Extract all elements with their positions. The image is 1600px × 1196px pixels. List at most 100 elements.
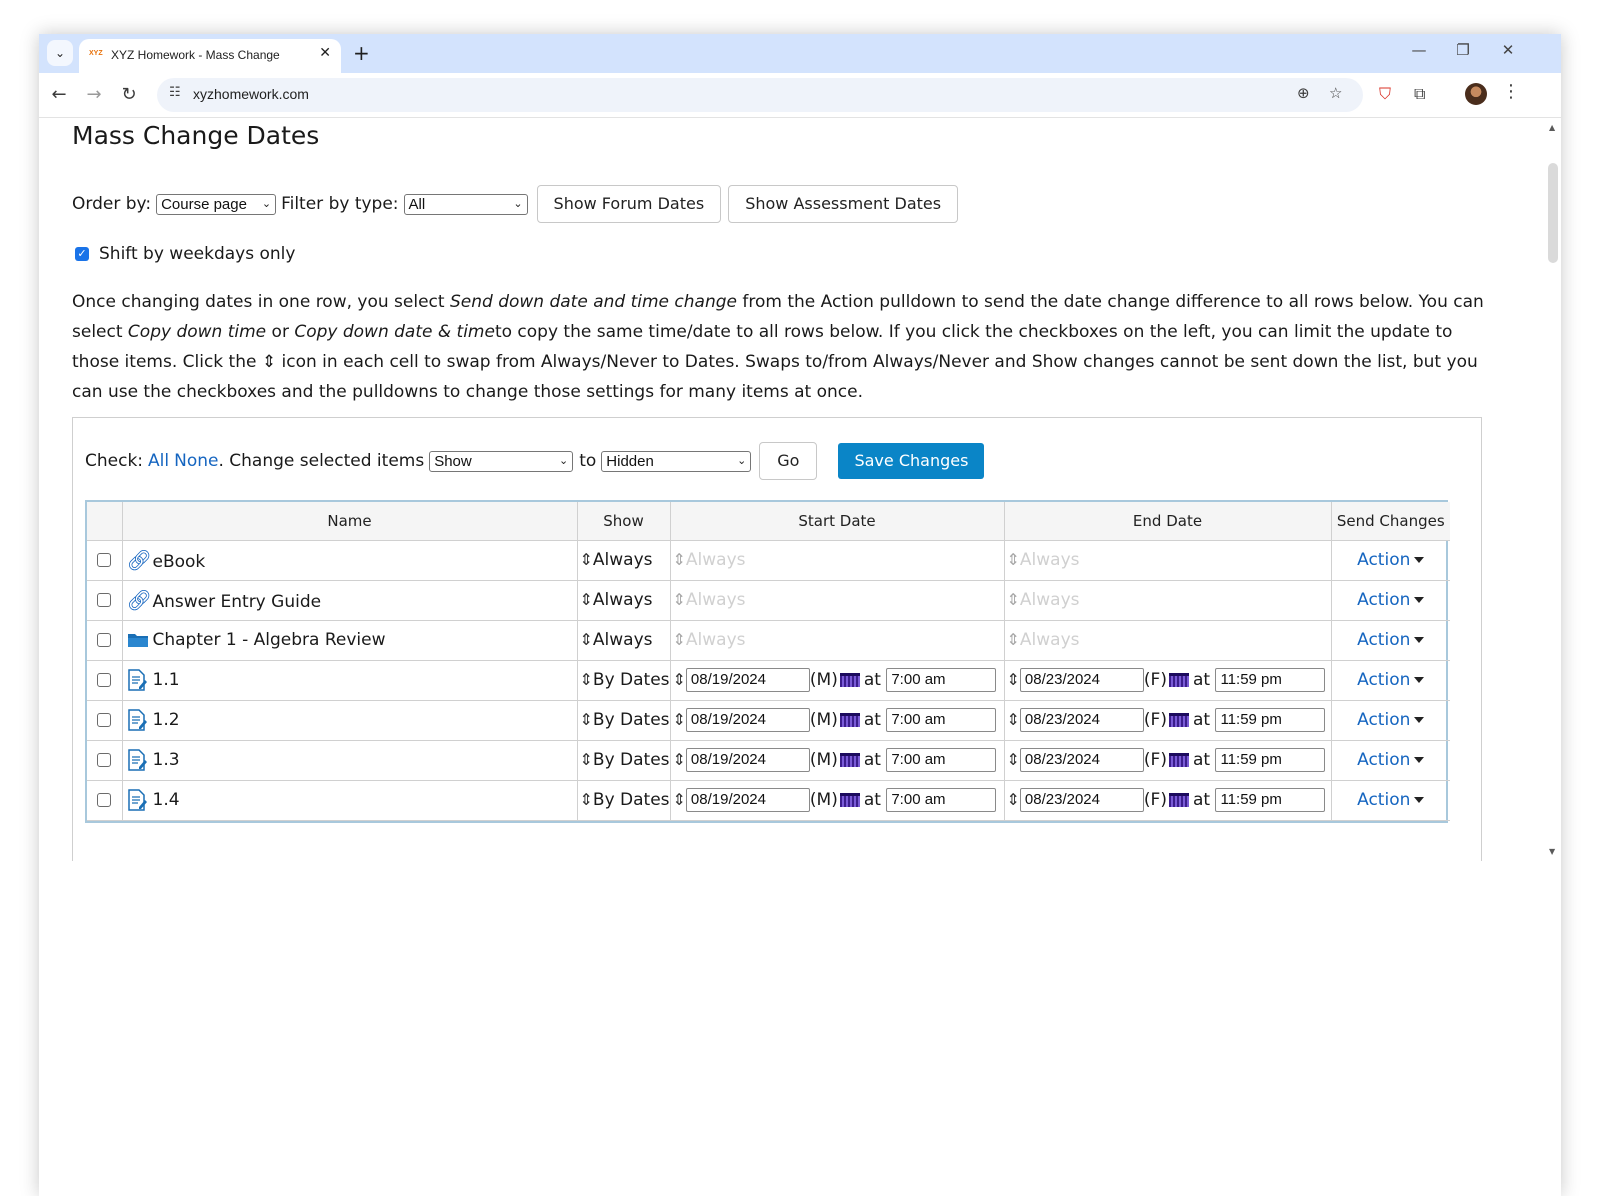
swap-icon[interactable]: ⇕ [673,630,686,649]
swap-icon[interactable]: ⇕ [1007,670,1020,689]
column-header-end-date[interactable]: End Date [1004,502,1332,541]
show-value[interactable]: By Dates [593,790,670,810]
start-time-input[interactable]: 7:00 am [886,748,997,772]
show-value[interactable]: Always [593,590,653,610]
column-header-start-date[interactable]: Start Date [670,502,1005,541]
show-value[interactable]: By Dates [593,710,670,730]
swap-icon[interactable]: ⇕ [673,750,686,769]
minimize-icon[interactable]: — [1404,41,1434,59]
tab-search-icon[interactable]: ⌄ [47,40,73,66]
profile-avatar[interactable] [1465,83,1487,105]
zoom-icon[interactable]: ⊕ [1297,84,1310,102]
show-forum-dates-button[interactable]: Show Forum Dates [536,185,722,223]
end-time-input[interactable]: 11:59 pm [1215,748,1326,772]
order-by-select[interactable]: Course page ⌄ [156,193,277,215]
column-header-show[interactable]: Show [577,502,671,541]
filter-type-select[interactable]: All ⌄ [403,193,528,215]
start-date-input[interactable]: 08/19/2024 [685,748,810,772]
end-date-input[interactable]: 08/23/2024 [1019,788,1144,812]
column-header-name[interactable]: Name [122,502,578,541]
calendar-icon[interactable] [1168,713,1189,727]
swap-icon[interactable]: ⇕ [673,710,686,729]
check-none-link[interactable]: None [174,451,218,471]
scroll-down-icon[interactable]: ▼ [1549,847,1555,856]
show-assessment-dates-button[interactable]: Show Assessment Dates [728,185,959,223]
swap-icon[interactable]: ⇕ [673,790,686,809]
action-dropdown[interactable]: Action [1357,630,1425,650]
calendar-icon[interactable] [839,753,860,767]
more-menu-icon[interactable]: ⋮ [1502,81,1520,102]
close-window-icon[interactable]: ✕ [1493,41,1523,59]
calendar-icon[interactable] [839,673,860,687]
swap-icon[interactable]: ⇕ [580,550,593,569]
start-date-input[interactable]: 08/19/2024 [685,668,810,692]
change-target-select[interactable]: Hidden ⌄ [601,450,752,472]
swap-icon[interactable]: ⇕ [580,670,593,689]
show-value[interactable]: Always [593,630,653,650]
action-dropdown[interactable]: Action [1357,590,1425,610]
calendar-icon[interactable] [1168,673,1189,687]
extensions-puzzle-icon[interactable]: ⧉ [1414,84,1425,104]
swap-icon[interactable]: ⇕ [580,590,593,609]
start-time-input[interactable]: 7:00 am [886,668,997,692]
swap-icon[interactable]: ⇕ [580,710,593,729]
swap-icon[interactable]: ⇕ [1007,790,1020,809]
swap-icon[interactable]: ⇕ [580,750,593,769]
action-dropdown[interactable]: Action [1357,550,1425,570]
row-checkbox[interactable] [97,673,112,687]
url-text[interactable]: xyzhomework.com [193,86,309,102]
browser-tab[interactable]: XYZ XYZ Homework - Mass Change ✕ [79,39,341,73]
row-checkbox[interactable] [97,593,112,607]
swap-icon[interactable]: ⇕ [673,550,686,569]
row-checkbox[interactable] [97,713,112,727]
swap-icon[interactable]: ⇕ [1007,590,1020,609]
swap-icon[interactable]: ⇕ [1007,750,1020,769]
scrollbar-thumb[interactable] [1548,163,1558,263]
close-tab-icon[interactable]: ✕ [319,45,331,61]
row-checkbox[interactable] [97,633,112,647]
extension-shield-icon[interactable]: ⛉ [1379,84,1391,104]
scroll-up-icon[interactable]: ▲ [1549,123,1555,132]
bookmark-star-icon[interactable]: ☆ [1329,84,1342,102]
vertical-scrollbar[interactable]: ▲ ▼ [1545,119,1561,861]
action-dropdown[interactable]: Action [1357,710,1425,730]
start-date-input[interactable]: 08/19/2024 [685,708,810,732]
check-all-link[interactable]: All [148,451,169,471]
forward-icon[interactable]: → [81,82,107,108]
end-time-input[interactable]: 11:59 pm [1215,708,1326,732]
calendar-icon[interactable] [1168,793,1189,807]
save-changes-button[interactable]: Save Changes [838,443,985,479]
start-time-input[interactable]: 7:00 am [886,708,997,732]
end-time-input[interactable]: 11:59 pm [1215,788,1326,812]
swap-icon[interactable]: ⇕ [673,590,686,609]
action-dropdown[interactable]: Action [1357,750,1425,770]
swap-icon[interactable]: ⇕ [1007,630,1020,649]
restore-icon[interactable]: ❐ [1448,41,1478,59]
calendar-icon[interactable] [839,793,860,807]
back-icon[interactable]: ← [46,82,72,108]
site-info-icon[interactable]: ☷ [169,85,181,100]
end-date-input[interactable]: 08/23/2024 [1019,748,1144,772]
show-value[interactable]: By Dates [593,670,670,690]
row-checkbox[interactable] [97,793,112,807]
swap-icon[interactable]: ⇕ [1007,550,1020,569]
end-date-input[interactable]: 08/23/2024 [1019,708,1144,732]
new-tab-icon[interactable]: + [353,40,370,66]
end-date-input[interactable]: 08/23/2024 [1019,668,1144,692]
shift-weekdays-checkbox[interactable]: ✓ [75,247,89,261]
show-value[interactable]: By Dates [593,750,670,770]
swap-icon[interactable]: ⇕ [580,630,593,649]
action-dropdown[interactable]: Action [1357,670,1425,690]
swap-icon[interactable]: ⇕ [580,790,593,809]
swap-icon[interactable]: ⇕ [1007,710,1020,729]
action-dropdown[interactable]: Action [1357,790,1425,810]
reload-icon[interactable]: ↻ [116,82,142,108]
row-checkbox[interactable] [97,553,112,567]
start-time-input[interactable]: 7:00 am [886,788,997,812]
change-field-select[interactable]: Show ⌄ [429,450,574,472]
calendar-icon[interactable] [839,713,860,727]
end-time-input[interactable]: 11:59 pm [1215,668,1326,692]
show-value[interactable]: Always [593,550,653,570]
go-button[interactable]: Go [759,442,818,480]
row-checkbox[interactable] [97,753,112,767]
